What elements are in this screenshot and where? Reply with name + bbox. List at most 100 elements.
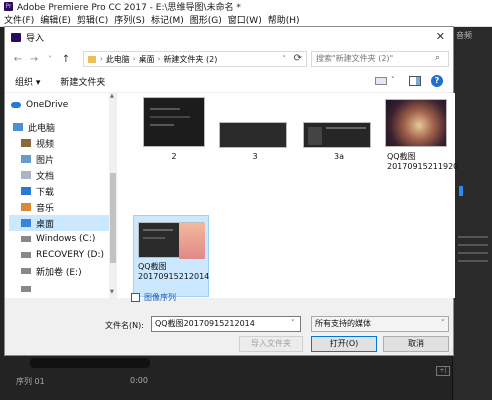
computer-icon — [13, 123, 23, 131]
command-bar: 组织 ▾ 新建文件夹 ˅ ? — [5, 71, 453, 93]
audio-panel-tab[interactable]: 音频 — [456, 30, 472, 41]
file-item-3a[interactable]: 3a — [299, 97, 379, 161]
app-menu-bar: 文件(F) 编辑(E) 剪辑(C) 序列(S) 标记(M) 图形(G) 窗口(W… — [0, 13, 492, 27]
file-name: 3 — [252, 152, 258, 161]
file-thumbnail — [385, 99, 447, 147]
file-name: 2 — [171, 152, 177, 161]
nav-item-pictures[interactable]: 图片 — [21, 151, 115, 167]
documents-folder-icon — [21, 171, 31, 179]
timeline-strip[interactable] — [30, 358, 150, 368]
preview-pane-icon[interactable] — [409, 76, 421, 86]
refresh-icon[interactable]: ⟳ — [294, 53, 302, 64]
nav-item-music[interactable]: 音乐 — [21, 199, 115, 215]
breadcrumb-this-pc[interactable]: 此电脑 — [106, 54, 130, 65]
nav-item-downloads[interactable]: 下载 — [21, 183, 115, 199]
resize-grip-icon[interactable]: ⋰ — [447, 349, 453, 356]
navigation-pane: OneDrive 此电脑 视频 图片 文档 下载 音乐 桌面 Windows (… — [5, 93, 115, 298]
back-arrow-icon[interactable]: ← — [11, 54, 25, 65]
folder-icon — [88, 55, 96, 63]
dialog-app-icon — [11, 32, 21, 42]
nav-item-label: RECOVERY (D:) — [36, 250, 105, 260]
scroll-up-icon[interactable]: ▲ — [110, 93, 114, 99]
menu-sequence[interactable]: 序列(S) — [114, 13, 145, 26]
desktop-folder-icon — [21, 219, 31, 227]
nav-item-drive-d[interactable]: RECOVERY (D:) — [21, 247, 115, 263]
nav-item-label: 下载 — [36, 187, 55, 198]
help-icon[interactable]: ? — [431, 75, 443, 87]
sequence-label[interactable]: 序列 01 — [16, 376, 45, 387]
playhead-marker[interactable] — [459, 186, 463, 196]
nav-item-drive-c[interactable]: Windows (C:) — [21, 231, 115, 247]
file-type-select[interactable]: 所有支持的媒体 — [311, 316, 449, 332]
file-item-3[interactable]: 3 — [215, 97, 295, 161]
nav-item-onedrive[interactable]: OneDrive — [11, 97, 115, 113]
image-sequence-option[interactable]: 图像序列 — [131, 292, 176, 303]
menu-edit[interactable]: 编辑(E) — [40, 13, 71, 26]
pictures-folder-icon — [21, 155, 31, 163]
nav-item-label: 桌面 — [36, 219, 55, 230]
nav-item-videos[interactable]: 视频 — [21, 135, 115, 151]
app-title-bar: Pr Adobe Premiere Pro CC 2017 - E:\思维导图\… — [0, 0, 492, 13]
file-thumbnail — [138, 222, 205, 259]
timeline-tool-icon[interactable]: +| — [436, 366, 450, 376]
nav-pane-scrollbar[interactable]: ▲ ▼ — [109, 93, 117, 298]
recent-locations-dropdown-icon[interactable]: ˅ — [43, 55, 57, 64]
organize-button[interactable]: 组织 ▾ — [15, 75, 40, 88]
file-item-2[interactable]: 2 — [139, 97, 209, 161]
file-type-dropdown-icon[interactable]: ˅ — [441, 319, 445, 327]
filename-input[interactable]: QQ截图20170915212014 — [151, 316, 301, 332]
drive-d-icon — [21, 252, 31, 258]
nav-item-this-pc[interactable]: 此电脑 — [13, 119, 115, 135]
close-icon[interactable]: ✕ — [436, 30, 445, 43]
file-item-qq-20170915211920[interactable]: QQ截图 20170915211920 — [379, 97, 458, 187]
nav-item-label: 新加卷 (E:) — [36, 267, 82, 278]
open-button[interactable]: 打开(O) — [311, 336, 377, 352]
new-folder-button[interactable]: 新建文件夹 — [60, 75, 105, 88]
search-icon[interactable]: ⌕ — [435, 53, 440, 63]
nav-item-label: OneDrive — [26, 100, 69, 110]
nav-item-label: 图片 — [36, 155, 55, 166]
nav-item-label: 音乐 — [36, 203, 55, 214]
nav-item-more[interactable] — [21, 281, 115, 297]
address-bar[interactable]: › 此电脑 › 桌面 › 新建文件夹 (2) ˅ ⟳ — [83, 51, 307, 67]
file-thumbnail — [219, 122, 287, 148]
menu-file[interactable]: 文件(F) — [4, 13, 34, 26]
menu-help[interactable]: 帮助(H) — [268, 13, 300, 26]
menu-window[interactable]: 窗口(W) — [228, 13, 262, 26]
scroll-down-icon[interactable]: ▼ — [110, 289, 114, 295]
breadcrumb-separator[interactable]: › — [133, 55, 136, 63]
breadcrumb-desktop[interactable]: 桌面 — [139, 54, 155, 65]
cloud-icon — [11, 102, 21, 108]
breadcrumb-separator[interactable]: › — [100, 55, 103, 63]
cancel-button[interactable]: 取消 — [383, 336, 449, 352]
change-view-icon[interactable] — [375, 77, 387, 85]
file-thumbnail — [143, 97, 205, 147]
search-input[interactable]: 搜索"新建文件夹 (2)" — [311, 51, 449, 67]
menu-graphics[interactable]: 图形(G) — [190, 13, 222, 26]
address-dropdown-icon[interactable]: ˅ — [283, 55, 287, 63]
nav-item-drive-e[interactable]: 新加卷 (E:) — [21, 263, 115, 279]
filename-dropdown-icon[interactable]: ˅ — [291, 319, 295, 327]
nav-item-label: 视频 — [36, 139, 55, 150]
import-folder-button[interactable]: 导入文件夹 — [239, 336, 303, 352]
nav-item-documents[interactable]: 文档 — [21, 167, 115, 183]
view-dropdown-icon[interactable]: ˅ — [391, 76, 395, 84]
audio-panel — [452, 27, 492, 400]
up-arrow-icon[interactable]: ↑ — [59, 54, 73, 65]
menu-marker[interactable]: 标记(M) — [151, 13, 184, 26]
more-icon — [21, 286, 31, 292]
file-item-qq-20170915212014[interactable]: QQ截图 20170915212014 — [133, 215, 209, 297]
image-sequence-checkbox[interactable] — [131, 293, 140, 302]
menu-clip[interactable]: 剪辑(C) — [77, 13, 108, 26]
forward-arrow-icon[interactable]: → — [27, 54, 41, 65]
premiere-logo-icon: Pr — [4, 2, 13, 11]
breadcrumb-separator[interactable]: › — [158, 55, 161, 63]
image-sequence-label[interactable]: 图像序列 — [144, 292, 176, 303]
scrollbar-thumb[interactable] — [110, 173, 116, 263]
file-thumbnail — [303, 122, 371, 148]
nav-item-label: 此电脑 — [28, 123, 56, 134]
nav-item-desktop[interactable]: 桌面 — [9, 215, 111, 231]
breadcrumb-new-folder-2[interactable]: 新建文件夹 (2) — [163, 54, 217, 65]
nav-item-label: Windows (C:) — [36, 234, 96, 244]
dialog-title-bar: 导入 ✕ — [5, 27, 453, 47]
